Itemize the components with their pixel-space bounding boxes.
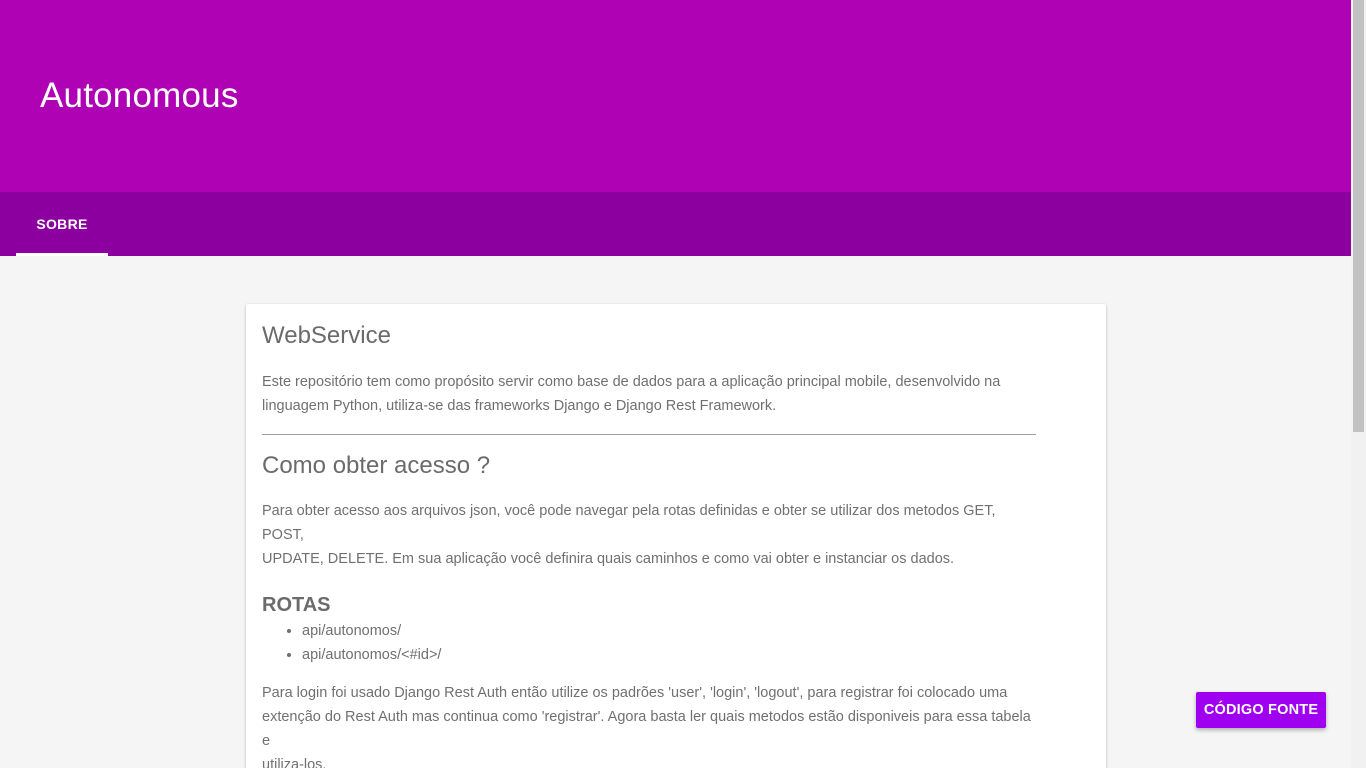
source-code-button[interactable]: CÓDIGO FONTE [1196,692,1326,728]
webservice-description-line1: Este repositório tem como propósito serv… [262,374,1001,390]
access-description-line1: Para obter acesso aos arquivos json, voc… [262,503,996,543]
auth-description-line2: extenção do Rest Auth mas continua como … [262,709,1031,749]
active-tab-indicator [16,253,108,256]
page-scrollbar[interactable] [1351,0,1366,768]
scrollbar-thumb[interactable] [1353,0,1364,432]
list-item: api/autonomos/ [302,619,1036,643]
routes-heading: ROTAS [262,594,331,616]
routes-list: api/autonomos/ api/autonomos/<#id>/ [262,619,1036,667]
list-item: api/autonomos/<#id>/ [302,643,1036,667]
section-title-access: Como obter acesso ? [262,452,491,479]
page: Autonomous SOBRE WebService Este reposit… [0,0,1351,768]
auth-description-line3: utiliza-los. [262,757,327,768]
content-card: WebService Este repositório tem como pro… [246,304,1106,768]
webservice-description-line2: linguagem Python, utiliza-se das framewo… [262,398,777,414]
browser-viewport: Autonomous SOBRE WebService Este reposit… [0,0,1366,768]
app-title: Autonomous [40,76,239,115]
section-title-webservice: WebService [262,322,391,349]
access-description-line2: UPDATE, DELETE. Em sua aplicação você de… [262,551,955,567]
card-content: WebService Este repositório tem como pro… [262,304,1036,768]
app-header: Autonomous [0,0,1351,192]
auth-description-line1: Para login foi usado Django Rest Auth en… [262,685,1008,701]
tab-bar: SOBRE [0,192,1351,256]
tab-sobre-label: SOBRE [36,216,88,232]
tab-sobre[interactable]: SOBRE [16,192,108,256]
